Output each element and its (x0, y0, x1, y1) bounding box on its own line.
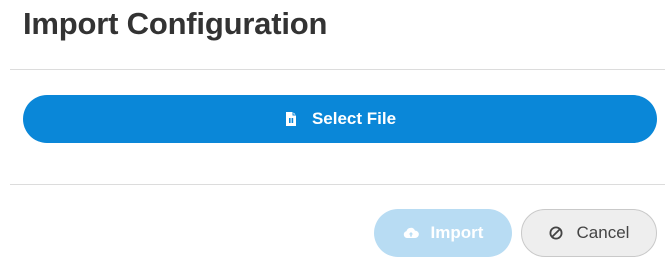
select-file-button[interactable]: Select File (23, 95, 657, 143)
cancel-label: Cancel (576, 223, 630, 242)
cloud-upload-icon (403, 227, 419, 239)
import-configuration-dialog: Import Configuration Select File Import (0, 0, 665, 258)
file-icon (284, 111, 298, 127)
cancel-button[interactable]: Cancel (521, 209, 657, 257)
footer-divider (10, 184, 665, 185)
dialog-title: Import Configuration (23, 6, 328, 41)
import-label: Import (430, 223, 484, 242)
import-button[interactable]: Import (374, 209, 512, 257)
header-divider (10, 69, 665, 70)
ban-icon (549, 226, 563, 240)
select-file-label: Select File (311, 109, 397, 128)
